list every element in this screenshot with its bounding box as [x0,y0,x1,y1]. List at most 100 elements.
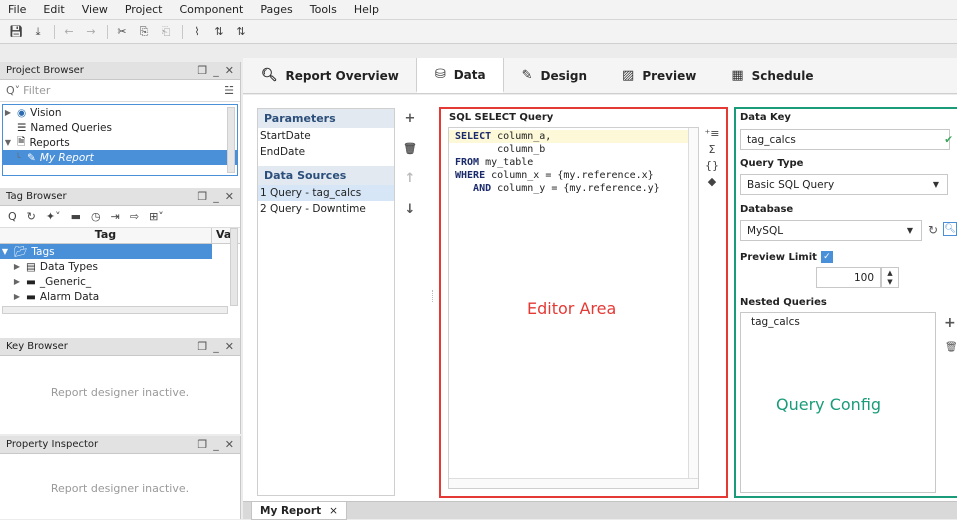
float-icon[interactable]: ❐ [197,64,207,77]
parameter-item[interactable]: EndDate [258,144,394,160]
refresh-icon[interactable]: ↻ [27,210,36,223]
tree-item-reports[interactable]: ▼ 🗎︎ Reports [3,135,237,150]
tree-item-tags[interactable]: ▼ 📂︎ Tags [0,244,212,259]
preview-limit-checkbox[interactable]: ✓ [820,251,833,263]
minimize-icon[interactable]: _ [213,340,219,353]
copy-icon[interactable]: ⎘ [136,24,152,40]
history-icon[interactable]: ◷ [91,210,101,223]
tree-item-alarm-data[interactable]: ▶ ▬ Alarm Data [0,289,240,304]
close-icon[interactable]: ✕ [225,64,234,77]
column-header-tag[interactable]: Tag [0,228,212,243]
tree-item-generic[interactable]: ▶ ▬ _Generic_ [0,274,240,289]
editor-area: SQL SELECT Query SELECT column_a, column… [439,107,728,498]
float-icon[interactable]: ❐ [197,438,207,451]
undo-icon[interactable]: ← [61,24,77,40]
menu-project[interactable]: Project [125,3,163,16]
tab-label: Data [453,67,486,82]
data-key-input[interactable]: tag_calcs ✔ [740,129,953,150]
delete-icon[interactable]: 🗑︎ [945,342,957,353]
menu-tools[interactable]: Tools [310,3,337,16]
collapse-icon[interactable]: ▼ [3,138,13,147]
close-icon[interactable]: ✕ [225,340,234,353]
data-source-item[interactable]: 1 Query - tag_calcs [258,185,394,201]
menu-view[interactable]: View [82,3,108,16]
tag-tree: ▼ 📂︎ Tags ▶ ▤ Data Types ▶ ▬ _Generic_ ▶ ▬ Alarm… [0,228,240,314]
grid-icon[interactable]: ⊞˅ [149,210,164,223]
database-select[interactable]: MySQL ▼ [740,220,922,241]
move-down-icon[interactable]: ↓ [405,202,416,217]
decrement-icon[interactable]: ▼ [887,278,892,286]
toolbar: 💾︎ ⤓ ← → ✂ ⎘ ⎗ ⌇ ⇅ ⇅ [0,20,957,44]
tab-preview[interactable]: ▨ Preview [604,58,713,93]
tree-item-vision[interactable]: ▶ ◉ Vision [3,105,237,120]
menu-edit[interactable]: Edit [43,3,64,16]
tab-schedule[interactable]: ▦ Schedule [713,58,830,93]
add-icon[interactable]: + [405,111,416,126]
expand-icon[interactable]: ▶ [3,108,13,117]
tab-label: Preview [642,68,697,83]
add-icon[interactable]: + [944,315,956,331]
save-icon[interactable]: 💾︎ [8,24,24,40]
horizontal-scrollbar[interactable] [449,478,698,488]
code-line: WHERE column_x = {my.reference.x} [455,170,654,181]
menu-file[interactable]: File [8,3,26,16]
increment-icon[interactable]: ▲ [887,269,892,277]
scrollbar[interactable] [227,107,235,173]
preview-limit-stepper[interactable]: ▲ ▼ [881,267,899,288]
data-source-item[interactable]: 2 Query - Downtime [258,201,394,217]
import-icon[interactable]: ⇥ [111,210,120,223]
tag-list-icon[interactable]: ▬ [71,210,81,223]
tag-browser-header: Tag Browser ❐ _ ✕ [0,188,240,206]
close-icon[interactable]: ✕ [225,438,234,451]
database-browse-icon[interactable]: 🔍︎ [943,222,957,236]
data-sources-header: Data Sources [258,166,394,185]
close-icon[interactable]: × [329,505,338,517]
braces-icon[interactable]: {} [705,159,719,172]
tree-item-named-queries[interactable]: ☰ Named Queries [3,120,237,135]
doc-tab-my-report[interactable]: My Report × [251,502,347,520]
search-icon[interactable]: Q [8,210,17,223]
query-type-select[interactable]: Basic SQL Query ▼ [740,174,948,195]
horizontal-scrollbar[interactable] [2,306,228,314]
splitter-handle[interactable] [432,290,434,302]
filter-input[interactable]: Filter [23,84,224,97]
nested-query-item[interactable]: tag_calcs [741,313,935,328]
data-workspace: Parameters StartDate EndDate Data Source… [243,95,957,501]
delete-icon[interactable]: 🗑︎ [403,142,417,155]
parameter-item[interactable]: StartDate [258,128,394,144]
export-icon[interactable]: ⇨ [130,210,139,223]
filter-options-icon[interactable]: ☱ [224,84,234,97]
scrollbar[interactable] [230,228,238,306]
refresh-icon[interactable]: ↻ [928,223,938,237]
tab-design[interactable]: ✎ Design [504,58,604,93]
tree-item-my-report[interactable]: └ ✎ My Report [3,150,237,165]
insert-parameter-icon[interactable]: ⁺≡ [704,127,719,140]
menu-help[interactable]: Help [354,3,379,16]
minimize-icon[interactable]: _ [213,64,219,77]
comms-read-icon[interactable]: ⇅ [211,24,227,40]
overview-icon: 🔍︎ [261,68,278,83]
minimize-icon[interactable]: _ [213,438,219,451]
preview-limit-input[interactable]: 100 [816,267,881,288]
float-icon[interactable]: ❐ [197,190,207,203]
tree-item-data-types[interactable]: ▶ ▤ Data Types [0,259,240,274]
comms-write-icon[interactable]: ⇅ [233,24,249,40]
move-up-icon[interactable]: ↑ [405,171,416,186]
tag-icon[interactable]: ◆ [708,175,716,188]
menu-component[interactable]: Component [179,3,243,16]
tab-report-overview[interactable]: 🔍︎ Report Overview [243,58,416,93]
tab-data[interactable]: ⛁ Data [415,58,504,93]
vertical-scrollbar[interactable] [688,128,698,488]
cut-icon[interactable]: ✂ [114,24,130,40]
close-icon[interactable]: ✕ [225,190,234,203]
save-all-icon[interactable]: ⤓ [30,24,46,40]
add-tag-icon[interactable]: ✦˅ [46,210,61,223]
redo-icon[interactable]: → [83,24,99,40]
paste-icon[interactable]: ⎗ [158,24,174,40]
menu-pages[interactable]: Pages [260,3,292,16]
sum-icon[interactable]: Σ [709,143,716,156]
comms-icon[interactable]: ⌇ [189,24,205,40]
minimize-icon[interactable]: _ [213,190,219,203]
float-icon[interactable]: ❐ [197,340,207,353]
panel-title: Property Inspector [6,439,99,450]
